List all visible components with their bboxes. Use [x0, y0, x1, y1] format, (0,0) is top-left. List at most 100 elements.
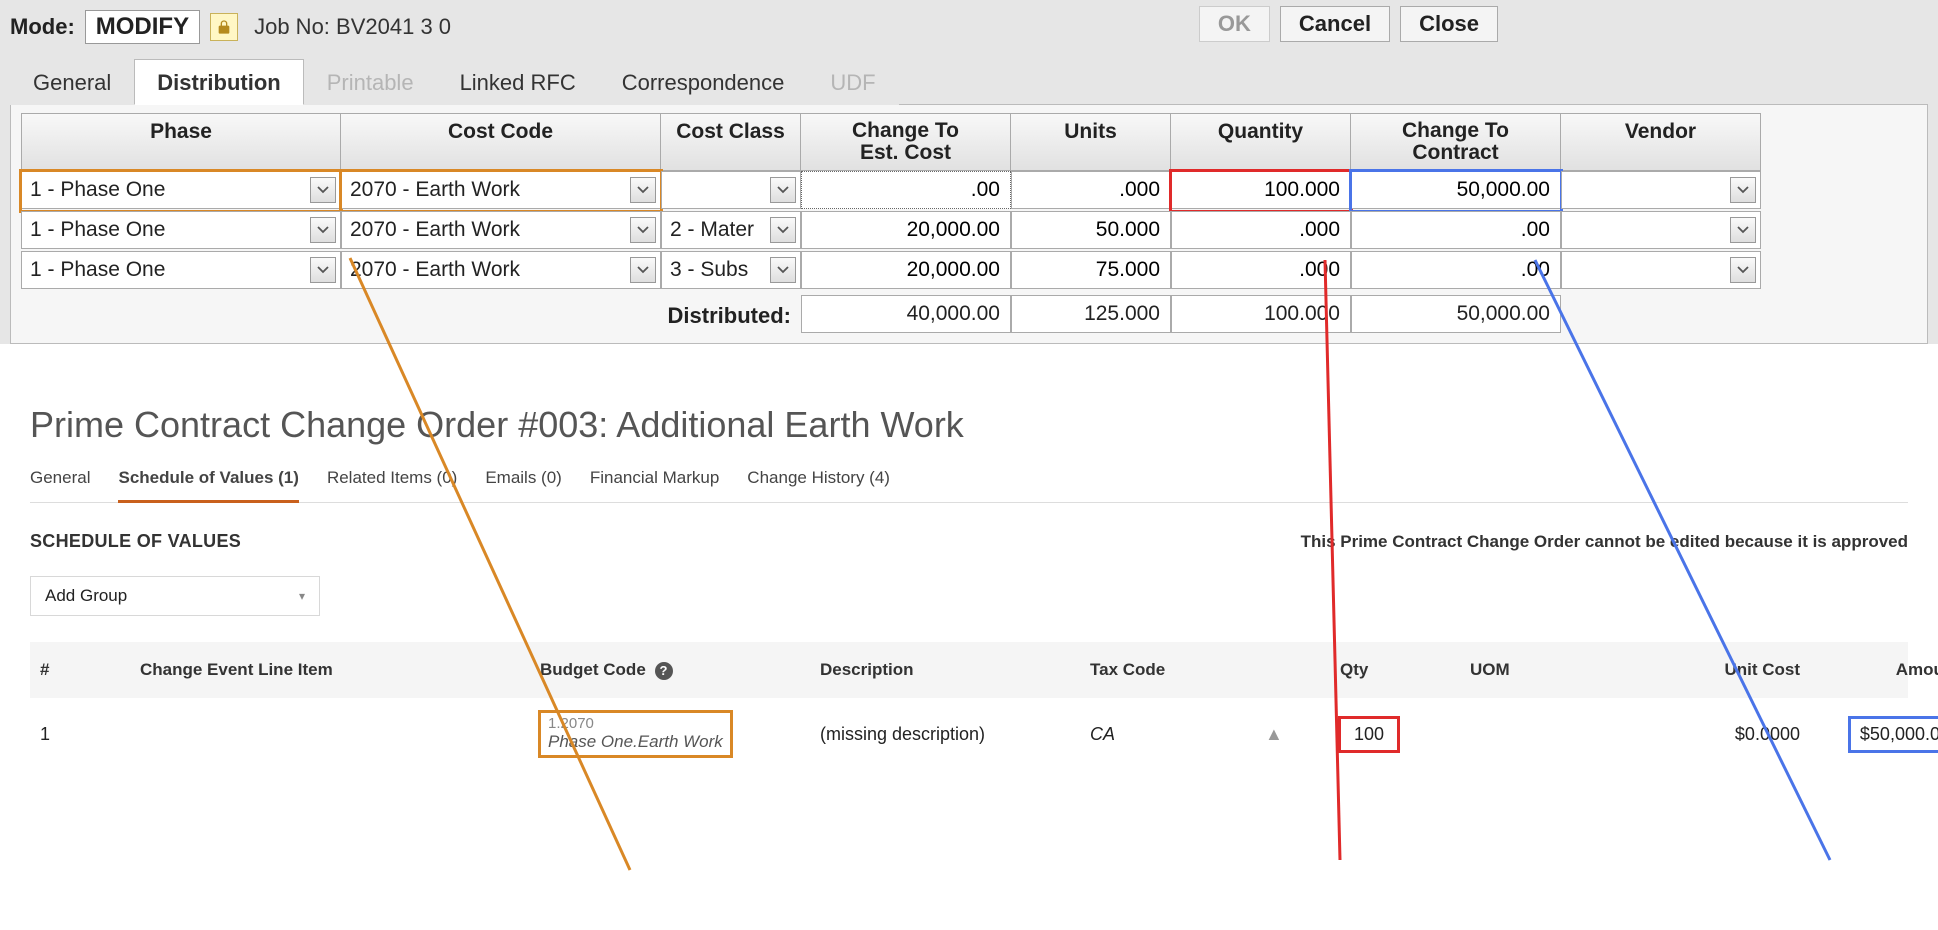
tab-correspondence[interactable]: Correspondence — [599, 59, 808, 105]
col-change-est: Change To Est. Cost — [801, 113, 1011, 171]
sov-table: # Change Event Line Item Budget Code ? D… — [30, 642, 1908, 770]
quantity-input[interactable] — [1171, 211, 1351, 249]
subtabstrip: General Schedule of Values (1) Related I… — [30, 454, 1908, 503]
costcode-dropdown[interactable]: 2070 - Earth Work — [341, 171, 661, 209]
sov-header: # Change Event Line Item Budget Code ? D… — [30, 642, 1908, 698]
quantity-input[interactable] — [1171, 251, 1351, 289]
col-unitcost: Unit Cost — [1600, 660, 1810, 680]
subtab-emails[interactable]: Emails (0) — [485, 462, 562, 502]
col-cost-class: Cost Class — [661, 113, 801, 171]
help-icon[interactable]: ? — [655, 662, 673, 680]
page-title: Prime Contract Change Order #003: Additi… — [30, 404, 1908, 446]
row-desc: (missing description) — [810, 724, 1080, 745]
distributed-label: Distributed: — [21, 295, 801, 333]
subtab-related[interactable]: Related Items (0) — [327, 462, 457, 502]
phase-dropdown[interactable]: 1 - Phase One — [21, 251, 341, 289]
col-num: # — [30, 660, 130, 680]
chevron-down-icon — [310, 177, 336, 203]
mode-value: MODIFY — [85, 10, 200, 44]
col-desc: Description — [810, 660, 1080, 680]
subtab-general[interactable]: General — [30, 462, 90, 502]
tabstrip: General Distribution Printable Linked RF… — [10, 58, 1928, 104]
grid-row: 1 - Phase One 2070 - Earth Work — [21, 171, 1917, 211]
chevron-down-icon — [770, 177, 796, 203]
chevron-down-icon: ▾ — [299, 589, 305, 603]
cancel-button[interactable]: Cancel — [1280, 6, 1390, 42]
button-bar: OK Cancel Close — [1199, 6, 1498, 42]
row-budget-code: 1.2070 Phase One.Earth Work — [530, 712, 810, 757]
costclass-dropdown[interactable] — [661, 171, 801, 209]
chevron-down-icon — [310, 217, 336, 243]
change-contract-input[interactable] — [1351, 251, 1561, 289]
distribution-body: Phase Cost Code Cost Class Change To Est… — [10, 104, 1928, 344]
grid-header-row: Phase Cost Code Cost Class Change To Est… — [21, 113, 1917, 171]
col-change-contract: Change To Contract — [1351, 113, 1561, 171]
change-contract-input[interactable] — [1351, 171, 1561, 209]
mode-label: Mode: — [10, 14, 75, 40]
col-vendor: Vendor — [1561, 113, 1761, 171]
chevron-down-icon — [310, 257, 336, 283]
chevron-down-icon — [1730, 177, 1756, 203]
change-contract-input[interactable] — [1351, 211, 1561, 249]
col-units: Units — [1011, 113, 1171, 171]
vendor-dropdown[interactable] — [1561, 171, 1761, 209]
costclass-dropdown[interactable]: 3 - Subs — [661, 251, 801, 289]
sum-quantity: 100.000 — [1171, 295, 1351, 333]
lower-panel: Prime Contract Change Order #003: Additi… — [0, 344, 1938, 770]
subtab-markup[interactable]: Financial Markup — [590, 462, 719, 502]
row-qty: 100 — [1330, 718, 1460, 751]
section-title: SCHEDULE OF VALUES — [30, 531, 241, 552]
distributed-row: Distributed: 40,000.00 125.000 100.000 5… — [21, 295, 1917, 333]
phase-dropdown[interactable]: 1 - Phase One — [21, 211, 341, 249]
sov-row: 1 1.2070 Phase One.Earth Work (missing d… — [30, 698, 1908, 770]
chevron-down-icon — [1730, 257, 1756, 283]
grid-row: 1 - Phase One 2070 - Earth Work 3 - Subs — [21, 251, 1917, 291]
row-unitcost: $0.0000 — [1600, 724, 1810, 745]
tab-general[interactable]: General — [10, 59, 134, 105]
vendor-dropdown[interactable] — [1561, 211, 1761, 249]
col-amount: Amount — [1810, 660, 1938, 680]
chevron-down-icon — [1730, 217, 1756, 243]
tab-linked-rfc[interactable]: Linked RFC — [437, 59, 599, 105]
units-input[interactable] — [1011, 171, 1171, 209]
close-button[interactable]: Close — [1400, 6, 1498, 42]
costcode-dropdown[interactable]: 2070 - Earth Work — [341, 211, 661, 249]
chevron-down-icon — [630, 177, 656, 203]
tab-udf: UDF — [807, 59, 898, 105]
chevron-down-icon — [630, 217, 656, 243]
col-budget: Budget Code ? — [530, 660, 810, 680]
add-group-dropdown[interactable]: Add Group ▾ — [30, 576, 320, 616]
phase-dropdown[interactable]: 1 - Phase One — [21, 171, 341, 209]
col-cost-code: Cost Code — [341, 113, 661, 171]
col-tax: Tax Code — [1080, 660, 1255, 680]
sum-units: 125.000 — [1011, 295, 1171, 333]
subtab-sov[interactable]: Schedule of Values (1) — [118, 462, 298, 503]
col-quantity: Quantity — [1171, 113, 1351, 171]
job-label: Job No: BV2041 3 0 — [254, 14, 451, 40]
ok-button: OK — [1199, 6, 1270, 42]
col-phase: Phase — [21, 113, 341, 171]
units-input[interactable] — [1011, 211, 1171, 249]
warning-icon: ▲ — [1255, 724, 1330, 745]
col-uom: UOM — [1460, 660, 1600, 680]
lock-icon[interactable] — [210, 13, 238, 41]
costcode-dropdown[interactable]: 2070 - Earth Work — [341, 251, 661, 289]
change-est-input[interactable] — [801, 171, 1011, 209]
chevron-down-icon — [630, 257, 656, 283]
col-line: Change Event Line Item — [130, 660, 530, 680]
row-amount: $50,000.00 — [1810, 718, 1938, 751]
chevron-down-icon — [770, 257, 796, 283]
app-panel: Mode: MODIFY Job No: BV2041 3 0 OK Cance… — [0, 0, 1938, 344]
subtab-history[interactable]: Change History (4) — [747, 462, 890, 502]
change-est-input[interactable] — [801, 211, 1011, 249]
change-est-input[interactable] — [801, 251, 1011, 289]
quantity-input[interactable] — [1171, 171, 1351, 209]
vendor-dropdown[interactable] — [1561, 251, 1761, 289]
sum-change-est: 40,000.00 — [801, 295, 1011, 333]
row-num: 1 — [30, 724, 130, 745]
units-input[interactable] — [1011, 251, 1171, 289]
sum-change-contract: 50,000.00 — [1351, 295, 1561, 333]
costclass-dropdown[interactable]: 2 - Mater — [661, 211, 801, 249]
tab-distribution[interactable]: Distribution — [134, 59, 303, 105]
chevron-down-icon — [770, 217, 796, 243]
